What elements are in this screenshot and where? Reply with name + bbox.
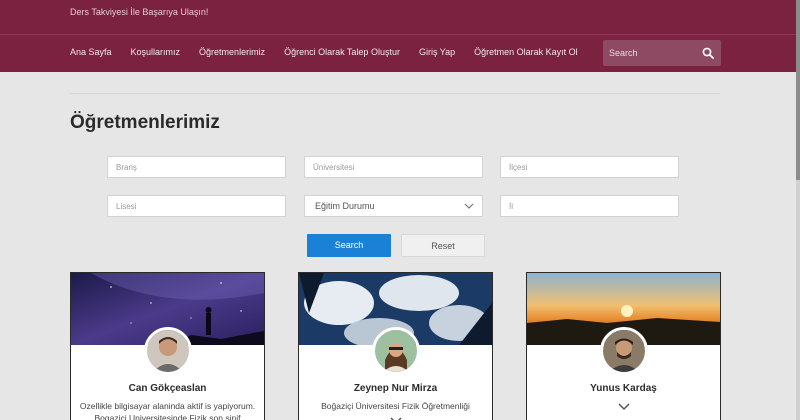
site-header: Ders Takviyesi İle Başarıya Ulaşın! Ana …: [0, 0, 796, 72]
reset-button[interactable]: Reset: [401, 234, 485, 257]
teacher-card[interactable]: Zeynep Nur Mirza Boğaziçi Üniversitesi F…: [298, 272, 493, 420]
scrollbar-thumb[interactable]: [796, 0, 800, 180]
brans-field[interactable]: [107, 156, 286, 178]
teacher-name: Zeynep Nur Mirza: [353, 383, 438, 394]
egitim-durumu-value: Eğitim Durumu: [315, 201, 375, 211]
teacher-bio-line: Ozellikle bilgisayar alaninda aktif is y…: [79, 401, 256, 411]
page-title: Öğretmenlerimiz: [70, 112, 220, 133]
teacher-bio-line: Bogazici Universitesinde Fizik son sinif: [94, 413, 241, 420]
avatar: [144, 327, 192, 375]
teacher-name: Yunus Kardaş: [590, 383, 657, 394]
avatar: [372, 327, 420, 375]
teacher-card[interactable]: Can Gökçeaslan Ozellikle bilgisayar alan…: [70, 272, 265, 420]
il-field[interactable]: [500, 195, 679, 217]
nav-item-ana-sayfa[interactable]: Ana Sayfa: [70, 47, 112, 57]
search-button[interactable]: Search: [307, 234, 391, 257]
teacher-bio: Boğaziçi Üniversitesi Fizik Öğretmenliği: [305, 400, 486, 412]
nav-item-kosullarimiz[interactable]: Koşullarımız: [131, 47, 181, 57]
site-tagline: Ders Takviyesi İle Başarıya Ulaşın!: [70, 7, 209, 17]
search-input[interactable]: [603, 40, 697, 66]
teacher-bio-line: Boğaziçi Üniversitesi Fizik Öğretmenliği: [321, 401, 470, 411]
teacher-card[interactable]: Yunus Kardaş: [526, 272, 721, 420]
lise-field[interactable]: [107, 195, 286, 217]
nav-item-ogretmenlerimiz[interactable]: Öğretmenlerimiz: [199, 47, 265, 57]
teacher-name: Can Gökçeaslan: [128, 383, 207, 394]
page-scrollbar[interactable]: [796, 0, 800, 420]
nav-item-talep-olustur[interactable]: Öğrenci Olarak Talep Oluştur: [284, 47, 400, 57]
egitim-durumu-select[interactable]: Eğitim Durumu: [304, 195, 483, 217]
chevron-down-icon: [464, 203, 474, 209]
chevron-down-icon[interactable]: [618, 403, 630, 411]
main-nav: Ana Sayfa Koşullarımız Öğretmenlerimiz Ö…: [70, 47, 597, 57]
content-divider: [70, 93, 720, 94]
header-divider: [0, 34, 796, 35]
avatar: [600, 327, 648, 375]
search-icon[interactable]: [702, 47, 714, 59]
ilce-field[interactable]: [500, 156, 679, 178]
header-search: [603, 40, 721, 66]
nav-item-ogretmen-kayit[interactable]: Öğretmen Olarak Kayıt Ol: [474, 47, 578, 57]
universite-field[interactable]: [304, 156, 483, 178]
teacher-bio: Ozellikle bilgisayar alaninda aktif is y…: [77, 400, 258, 420]
nav-item-giris-yap[interactable]: Giriş Yap: [419, 47, 455, 57]
